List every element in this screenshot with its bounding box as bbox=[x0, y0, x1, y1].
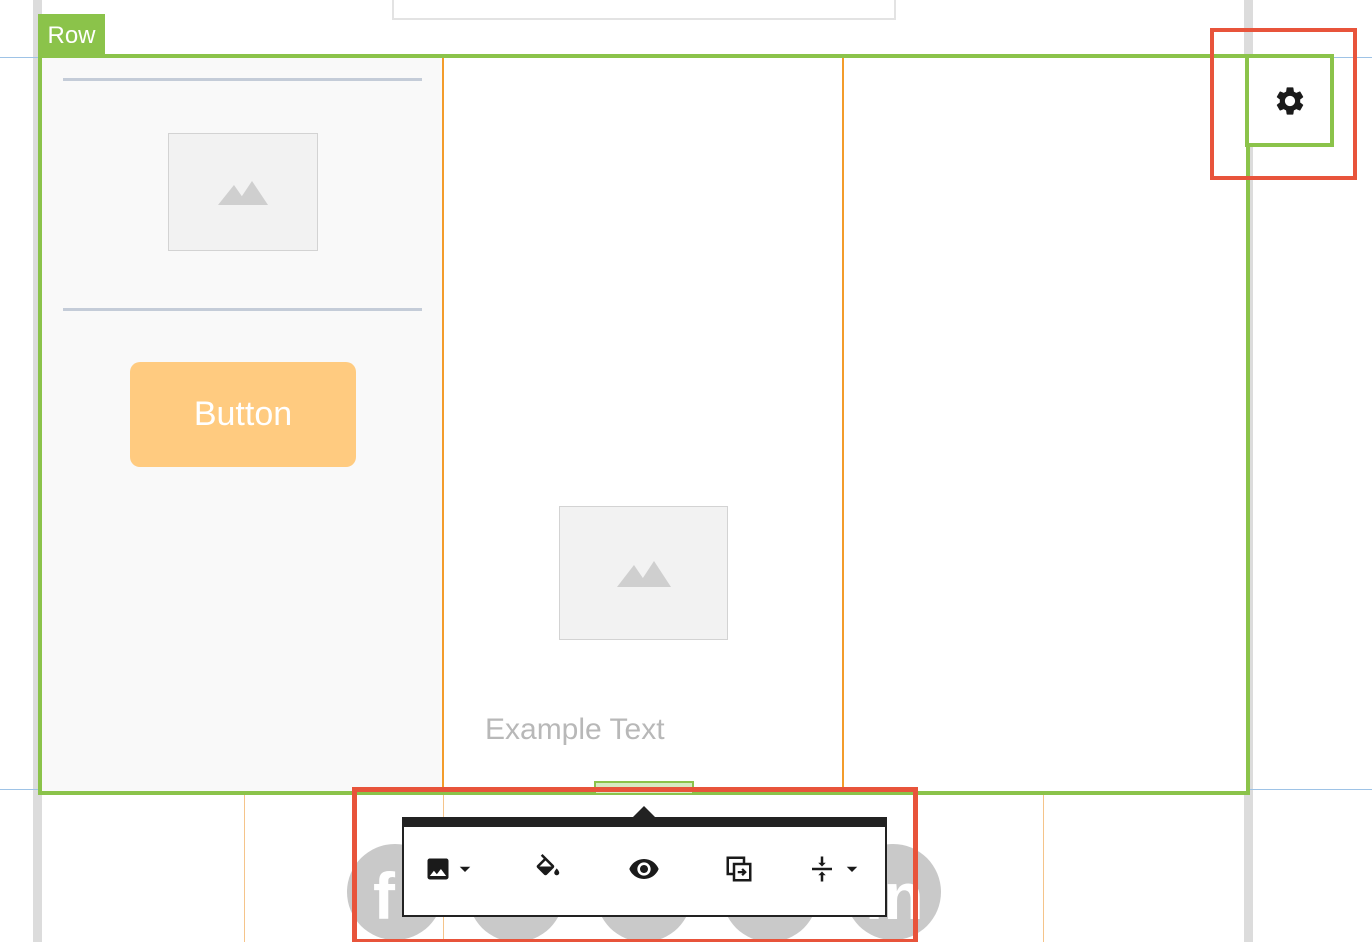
mountain-icon bbox=[218, 181, 268, 205]
mountain-icon bbox=[616, 561, 671, 587]
toolbar-highlight-box bbox=[352, 787, 918, 942]
button-block[interactable]: Button bbox=[130, 362, 356, 467]
divider-block[interactable] bbox=[63, 78, 422, 81]
divider-block[interactable] bbox=[63, 308, 422, 311]
image-placeholder[interactable] bbox=[559, 506, 728, 640]
example-text-block[interactable]: Example Text bbox=[485, 713, 665, 747]
column-2[interactable] bbox=[444, 58, 842, 791]
above-row-block[interactable] bbox=[392, 0, 896, 20]
lower-column-divider bbox=[1043, 795, 1044, 942]
image-placeholder[interactable] bbox=[168, 133, 318, 251]
column-3[interactable] bbox=[844, 58, 1246, 791]
row-label-tag[interactable]: Row bbox=[38, 14, 105, 58]
settings-highlight-box bbox=[1210, 28, 1357, 180]
lower-column-divider bbox=[244, 795, 245, 942]
